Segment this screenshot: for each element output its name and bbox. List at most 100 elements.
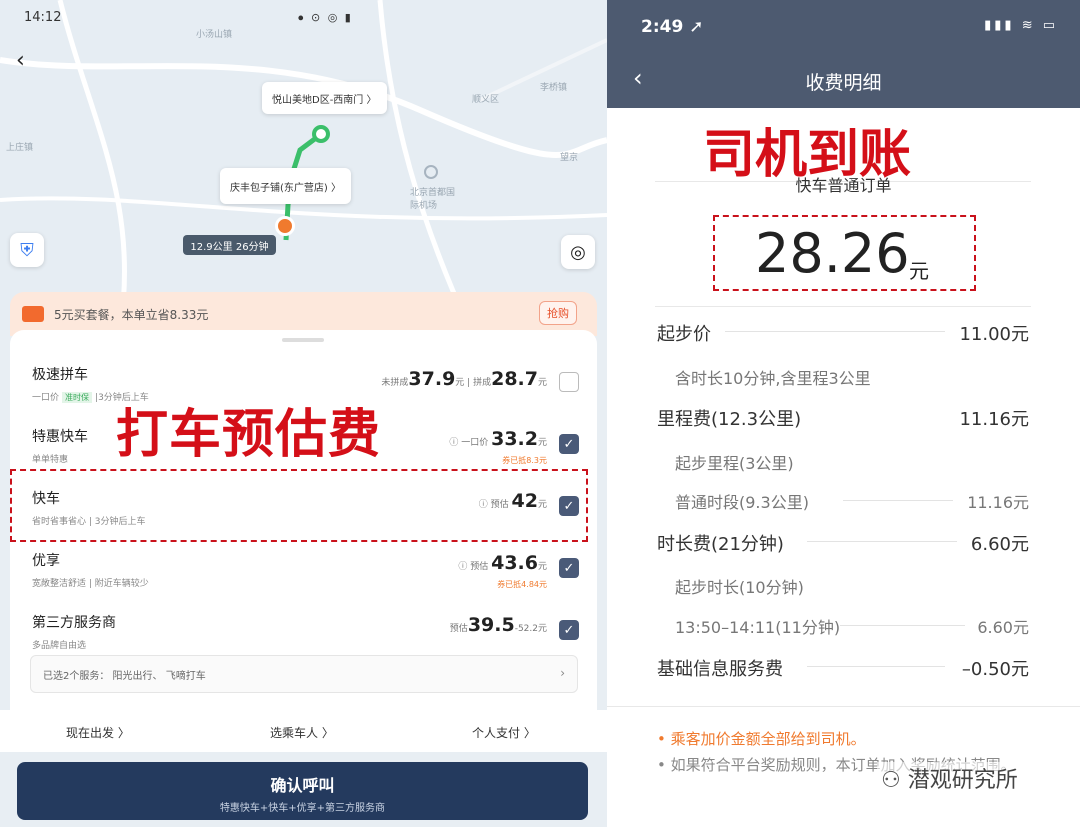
fee-row-mileage: 里程费(12.3公里) 11.16元 <box>657 405 1029 435</box>
fee-label: 里程费(12.3公里) <box>657 409 802 430</box>
car-checkbox[interactable]: ✓ <box>559 496 579 516</box>
confirm-call-button[interactable]: 确认呼叫 特惠快车+快车+优享+第三方服务商 <box>17 762 588 820</box>
map-label: 顺义区 <box>472 95 500 105</box>
car-sub: 省时省事省心 | 3分钟后上车 <box>32 517 146 527</box>
confirm-title: 确认呼叫 <box>270 776 335 795</box>
fee-sub-row: 起步时长(10分钟) <box>675 574 1029 600</box>
fee-value: 11.16元 <box>959 409 1029 430</box>
fee-sub-row: 普通时段(9.3公里) 11.16元 <box>675 489 1029 515</box>
airport-icon <box>424 165 438 179</box>
fee-leader-line <box>807 666 945 667</box>
car-sub: 多品牌自由选 <box>32 641 87 651</box>
locate-icon[interactable]: ◎ <box>561 235 595 269</box>
car-sub: 单单特惠 <box>32 455 69 465</box>
map-label: 望京 <box>560 153 579 163</box>
fee-leader-line <box>840 625 965 626</box>
status-time: 2:49 ➚ <box>641 17 704 37</box>
car-name: 特惠快车 <box>32 429 88 445</box>
car-price-discount: 券已抵4.84元 <box>497 580 547 589</box>
fee-label: 起步价 <box>657 324 711 345</box>
fee-row-duration: 时长费(21分钟) 6.60元 <box>657 530 1029 560</box>
options-bar: 现在出发 〉 选乘车人 〉 个人支付 〉 <box>0 710 607 752</box>
fee-sub-label: 普通时段(9.3公里) <box>675 493 809 512</box>
origin-bubble[interactable]: 庆丰包子铺(东广营店) 〉 <box>220 168 351 204</box>
fee-leader-line <box>843 500 953 501</box>
gift-icon <box>22 306 44 322</box>
left-screenshot: 小汤山镇 顺义区 李桥镇 上庄镇 北京首都国际机场 望京 14:12 ⦁ ⊙ ◎… <box>0 0 607 827</box>
fee-sub-value: 11.16元 <box>967 493 1029 512</box>
selected-services[interactable]: 已选2个服务： 阳光出行、 飞嘀打车 › <box>30 655 578 693</box>
fee-label: 基础信息服务费 <box>657 659 783 680</box>
car-price: ⓘ 预估 43.6元 <box>458 552 547 574</box>
wechat-icon: ⚇ <box>881 768 908 793</box>
annotation-estimate: 打车预估费 <box>116 405 382 465</box>
fee-sub-label: 起步里程(3公里) <box>675 454 794 473</box>
status-icons: ▮▮▮ ≋ ▭ <box>984 18 1058 33</box>
car-selection-sheet: 极速拼车 一口价 准时保 |3分钟后上车 未拼成37.9元 | 拼成28.7元 特惠… <box>10 330 597 710</box>
shield-icon[interactable]: ⛨ <box>10 233 44 267</box>
confirm-subtitle: 特惠快车+快车+优享+第三方服务商 <box>219 803 386 814</box>
fee-detail-header: 2:49 ➚ ▮▮▮ ≋ ▭ ‹ 收费明细 <box>607 0 1080 108</box>
fee-row-info-service: 基础信息服务费 –0.50元 <box>657 655 1029 685</box>
car-price: ⓘ 预估 42元 <box>478 490 547 512</box>
destination-bubble[interactable]: 悦山美地D区-西南门 〉 <box>262 82 387 114</box>
payment-option[interactable]: 个人支付 〉 <box>472 724 536 741</box>
promo-buy-button[interactable]: 抢购 <box>539 301 577 325</box>
car-row-express[interactable]: 快车 省时省事省心 | 3分钟后上车 ⓘ 预估 42元 ✓ <box>10 484 597 542</box>
destination-pin-icon <box>312 125 330 143</box>
order-type: 快车普通订单 <box>795 176 892 195</box>
services-text: 已选2个服务： 阳光出行、 飞嘀打车 <box>43 670 206 682</box>
right-screenshot: 2:49 ➚ ▮▮▮ ≋ ▭ ‹ 收费明细 司机到账 快车普通订单 28.26 … <box>607 0 1080 827</box>
chevron-right-icon: › <box>560 666 565 680</box>
map-label: 李桥镇 <box>540 83 568 93</box>
total-amount: 28.26 <box>755 222 910 285</box>
car-name: 快车 <box>32 491 60 507</box>
fee-sub-label: 13:50–14:11(11分钟) <box>675 618 841 637</box>
car-sub: 宽敞整洁舒适 | 附近车辆较少 <box>32 579 149 589</box>
map-roads <box>0 0 607 330</box>
car-price: ⓘ 一口价 33.2元 <box>449 428 547 450</box>
car-price-discount: 券已抵8.3元 <box>502 456 547 465</box>
fee-sub-label: 含时长10分钟,含里程3公里 <box>675 369 871 388</box>
car-name: 极速拼车 <box>32 367 88 383</box>
fee-leader-line <box>807 541 957 542</box>
route-chip: 12.9公里 26分钟 <box>183 235 276 255</box>
back-icon[interactable]: ‹ <box>16 48 25 73</box>
status-icons: ⦁ ⊙ ◎ ▮ <box>298 11 353 24</box>
fee-sub-label: 起步时长(10分钟) <box>675 578 804 597</box>
map-view[interactable]: 小汤山镇 顺义区 李桥镇 上庄镇 北京首都国际机场 望京 14:12 ⦁ ⊙ ◎… <box>0 0 607 330</box>
note-markup: • 乘客加价金额全部给到司机。 <box>657 730 866 748</box>
car-name: 第三方服务商 <box>32 615 116 631</box>
fee-label: 时长费(21分钟) <box>657 534 784 555</box>
fee-leader-line <box>725 331 945 332</box>
fee-sub-value: 6.60元 <box>977 618 1029 637</box>
car-price: 预估39.5-52.2元 <box>449 614 547 636</box>
map-label: 北京首都国际机场 <box>410 188 456 211</box>
amount-unit: 元 <box>909 259 929 283</box>
car-checkbox[interactable]: ✓ <box>559 558 579 578</box>
status-time: 14:12 <box>24 10 62 25</box>
fee-value: 6.60元 <box>970 534 1029 555</box>
rider-option[interactable]: 选乘车人 〉 <box>270 724 334 741</box>
depart-time-option[interactable]: 现在出发 〉 <box>66 724 130 741</box>
map-label: 上庄镇 <box>6 143 34 153</box>
car-row-premium[interactable]: 优享 宽敞整洁舒适 | 附近车辆较少 ⓘ 预估 43.6元 券已抵4.84元 ✓ <box>10 546 597 604</box>
page-title: 收费明细 <box>805 72 882 94</box>
origin-pin-icon <box>275 216 295 236</box>
fee-sub-row: 13:50–14:11(11分钟) 6.60元 <box>675 614 1029 640</box>
watermark: ⚇ 潜观研究所 <box>877 762 1022 794</box>
fee-value: –0.50元 <box>961 659 1029 680</box>
sheet-handle[interactable] <box>282 338 324 342</box>
car-checkbox[interactable]: ✓ <box>559 620 579 640</box>
fee-sub-row: 起步里程(3公里) <box>675 450 1029 476</box>
watermark-text: 潜观研究所 <box>907 768 1018 793</box>
divider <box>655 306 1031 307</box>
car-name: 优享 <box>32 553 60 569</box>
fee-row-base: 起步价 11.00元 <box>657 320 1029 350</box>
car-checkbox[interactable] <box>559 372 579 392</box>
fee-value: 11.00元 <box>959 324 1029 345</box>
car-price: 未拼成37.9元 | 拼成28.7元 <box>381 368 547 390</box>
promo-text: 5元买套餐，本单立省8.33元 <box>54 307 209 322</box>
car-checkbox[interactable]: ✓ <box>559 434 579 454</box>
divider <box>607 706 1080 707</box>
